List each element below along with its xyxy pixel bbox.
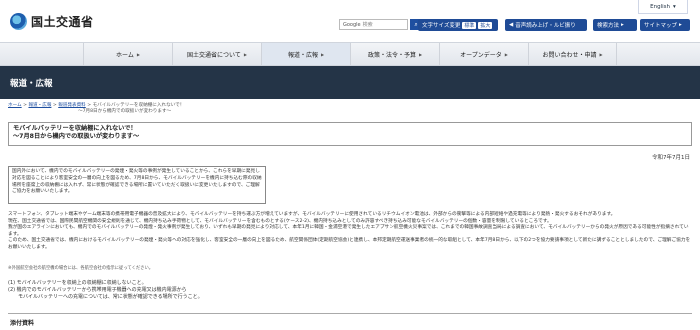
search-input[interactable]: Google 検索 <box>339 19 408 30</box>
sitemap-label: サイトマップ <box>644 23 678 29</box>
breadcrumb-current-2: ～7月8日から機内での取扱いが変わります～ <box>78 109 172 114</box>
global-nav: ホーム ▶ 国土交通省について ▶ 報道・広報 ▶ 政策・法令・予算 ▶ オープンデータ… <box>0 42 700 66</box>
footnote: ※外国航空会社の航空機の場合には、各航空会社の指示に従ってください。 <box>8 266 154 271</box>
paragraph: 我が国のエアラインにおいても、機内でのモバイルバッテリーの発煙・発火事例が発生し… <box>8 225 689 237</box>
caret-right-icon: ▶ <box>320 51 325 57</box>
section-band: 報道・広報 <box>0 66 700 99</box>
breadcrumb-press[interactable]: 報道・広報 <box>28 103 51 108</box>
font-size-switch: 文字サイズ変更 標準 拡大 <box>418 19 498 31</box>
release-date: 令和7年7月1日 <box>652 155 690 161</box>
summary-box: 国内外において、機内でのモバイルバッテリーの発煙・発火等の事例が発生していること… <box>8 166 266 204</box>
search-suffix: 検索 <box>362 22 373 28</box>
nav-item-label: 報道・広報 <box>287 51 318 59</box>
caret-right-icon: ▶ <box>599 51 603 57</box>
arrow-right-icon: ▸ <box>621 22 624 28</box>
section-title: 報道・広報 <box>10 78 53 89</box>
logo-text: 国土交通省 <box>31 15 94 29</box>
sitemap-button[interactable]: サイトマップ ▸ <box>640 19 690 31</box>
voice-reading-button[interactable]: ◀ 音声読み上げ・ルビ振り <box>505 19 587 31</box>
page-title-line2: ～7月8日から機内での取扱いが変わります～ <box>13 133 140 140</box>
nav-item-policy[interactable]: 政策・法令・予算 ▶ <box>350 43 439 65</box>
search-provider: Google <box>343 21 361 28</box>
font-size-large-button[interactable]: 拡大 <box>478 21 493 29</box>
request-list: (1) モバイルバッテリーを収納上の収納棚に収納しないこと。 (2) 機内でのモ… <box>8 280 203 301</box>
list-item: モバイルバッテリーへの充電については、常に状態が確認できる場所で行うこと。 <box>18 294 203 300</box>
arrow-right-icon: ▸ <box>679 22 682 28</box>
paragraph: このため、国土交通省では、機内におけるモバイルバッテリーの発煙・発火等への対応を… <box>8 238 691 250</box>
site-logo[interactable]: 国土交通省 <box>10 13 94 30</box>
search-method-button[interactable]: 検索方法 ▸ <box>593 19 637 31</box>
nav-item-label: オープンデータ <box>460 51 502 59</box>
nav-item-label: 政策・法令・予算 <box>367 51 416 59</box>
attachments-title: 添付資料 <box>10 320 35 327</box>
breadcrumb-releases[interactable]: 報道発表資料 <box>58 103 86 108</box>
search-method-label: 検索方法 <box>597 23 620 29</box>
breadcrumb-current-1: モバイルバッテリーを収納棚に入れないで！ <box>92 103 185 108</box>
nav-item-label: ホーム <box>116 51 134 59</box>
list-item: (1) モバイルバッテリーを収納上の収納棚に収納しないこと。 <box>8 280 147 286</box>
attachments-section: 添付資料 <box>8 313 692 330</box>
nav-item-press[interactable]: 報道・広報 ▶ <box>261 43 350 65</box>
nav-item-contact[interactable]: お問い合わせ・申請 ▶ <box>528 43 617 65</box>
nav-item-opendata[interactable]: オープンデータ ▶ <box>439 43 528 65</box>
caret-right-icon: ▶ <box>504 51 508 57</box>
list-item: (2) 機内でのモバイルバッテリーから携帯用電子機器への充電又は機内電源から <box>8 287 187 293</box>
nav-item-label: 国土交通省について <box>187 51 241 59</box>
font-size-standard-button[interactable]: 標準 <box>462 21 477 29</box>
nav-item-label: お問い合わせ・申請 <box>542 51 597 59</box>
voice-reading-label: 音声読み上げ・ルビ振り <box>515 23 576 29</box>
speaker-icon: ◀ <box>509 22 514 28</box>
site-header: 国土交通省 Google 検索 ⌕ 文字サイズ変更 標準 拡大 ◀ 音声読み上げ… <box>0 0 700 40</box>
breadcrumb: ホーム > 報道・広報 > 報道発表資料 > モバイルバッテリーを収納棚に入れな… <box>8 103 185 114</box>
caret-right-icon: ▶ <box>418 51 423 57</box>
breadcrumb-home[interactable]: ホーム <box>8 103 22 108</box>
page-title-line1: モバイルバッテリーを収納棚に入れないで！ <box>13 125 137 132</box>
nav-item-about[interactable]: 国土交通省について ▶ <box>172 43 261 65</box>
font-size-label: 文字サイズ変更 <box>422 23 461 29</box>
article-body: スマートフォン、タブレット端末やゲーム端末等の携帯用電子機器の普及拡大により、モ… <box>8 212 692 252</box>
paragraph: スマートフォン、タブレット端末やゲーム端末等の携帯用電子機器の普及拡大により、モ… <box>8 212 616 217</box>
page-title: モバイルバッテリーを収納棚に入れないで！ ～7月8日から機内での取扱いが変わりま… <box>8 122 692 146</box>
logo-emblem-icon <box>10 13 27 30</box>
caret-right-icon: ▶ <box>243 51 247 57</box>
nav-item-home[interactable]: ホーム ▶ <box>83 43 172 65</box>
caret-right-icon: ▶ <box>136 51 140 57</box>
